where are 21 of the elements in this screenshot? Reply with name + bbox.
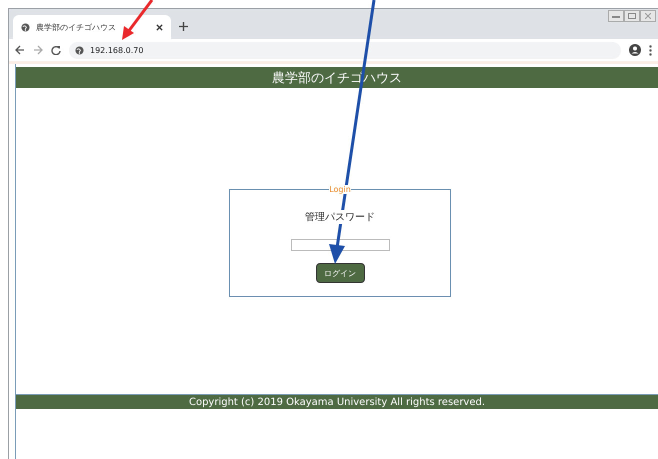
maximize-icon[interactable] <box>624 10 640 22</box>
password-field[interactable] <box>290 239 390 251</box>
login-legend: Login <box>329 185 351 194</box>
new-tab-icon[interactable] <box>179 22 188 31</box>
profile-icon[interactable] <box>629 44 641 56</box>
arrow-drawing <box>122 0 154 40</box>
back-icon[interactable] <box>15 45 25 55</box>
address-bar[interactable]: 192.168.0.70 <box>69 42 621 58</box>
globe-icon <box>21 22 30 32</box>
minimize-icon[interactable] <box>608 10 624 22</box>
password-label: 管理パスワード <box>305 210 375 224</box>
reload-icon[interactable] <box>51 45 61 55</box>
menu-icon[interactable] <box>649 44 652 56</box>
browser-tab[interactable]: 農学部のイチゴハウス <box>13 15 171 39</box>
globe-icon <box>75 46 84 54</box>
close-icon[interactable] <box>156 24 163 30</box>
url-text: 192.168.0.70 <box>90 46 144 54</box>
tab-title: 農学部のイチゴハウス <box>36 22 117 32</box>
page-header: 農学部のイチゴハウス <box>16 67 658 88</box>
login-button[interactable]: ログイン <box>316 263 364 283</box>
page-footer: Copyright (c) 2019 Okayama University All rights reserved. <box>16 395 658 409</box>
